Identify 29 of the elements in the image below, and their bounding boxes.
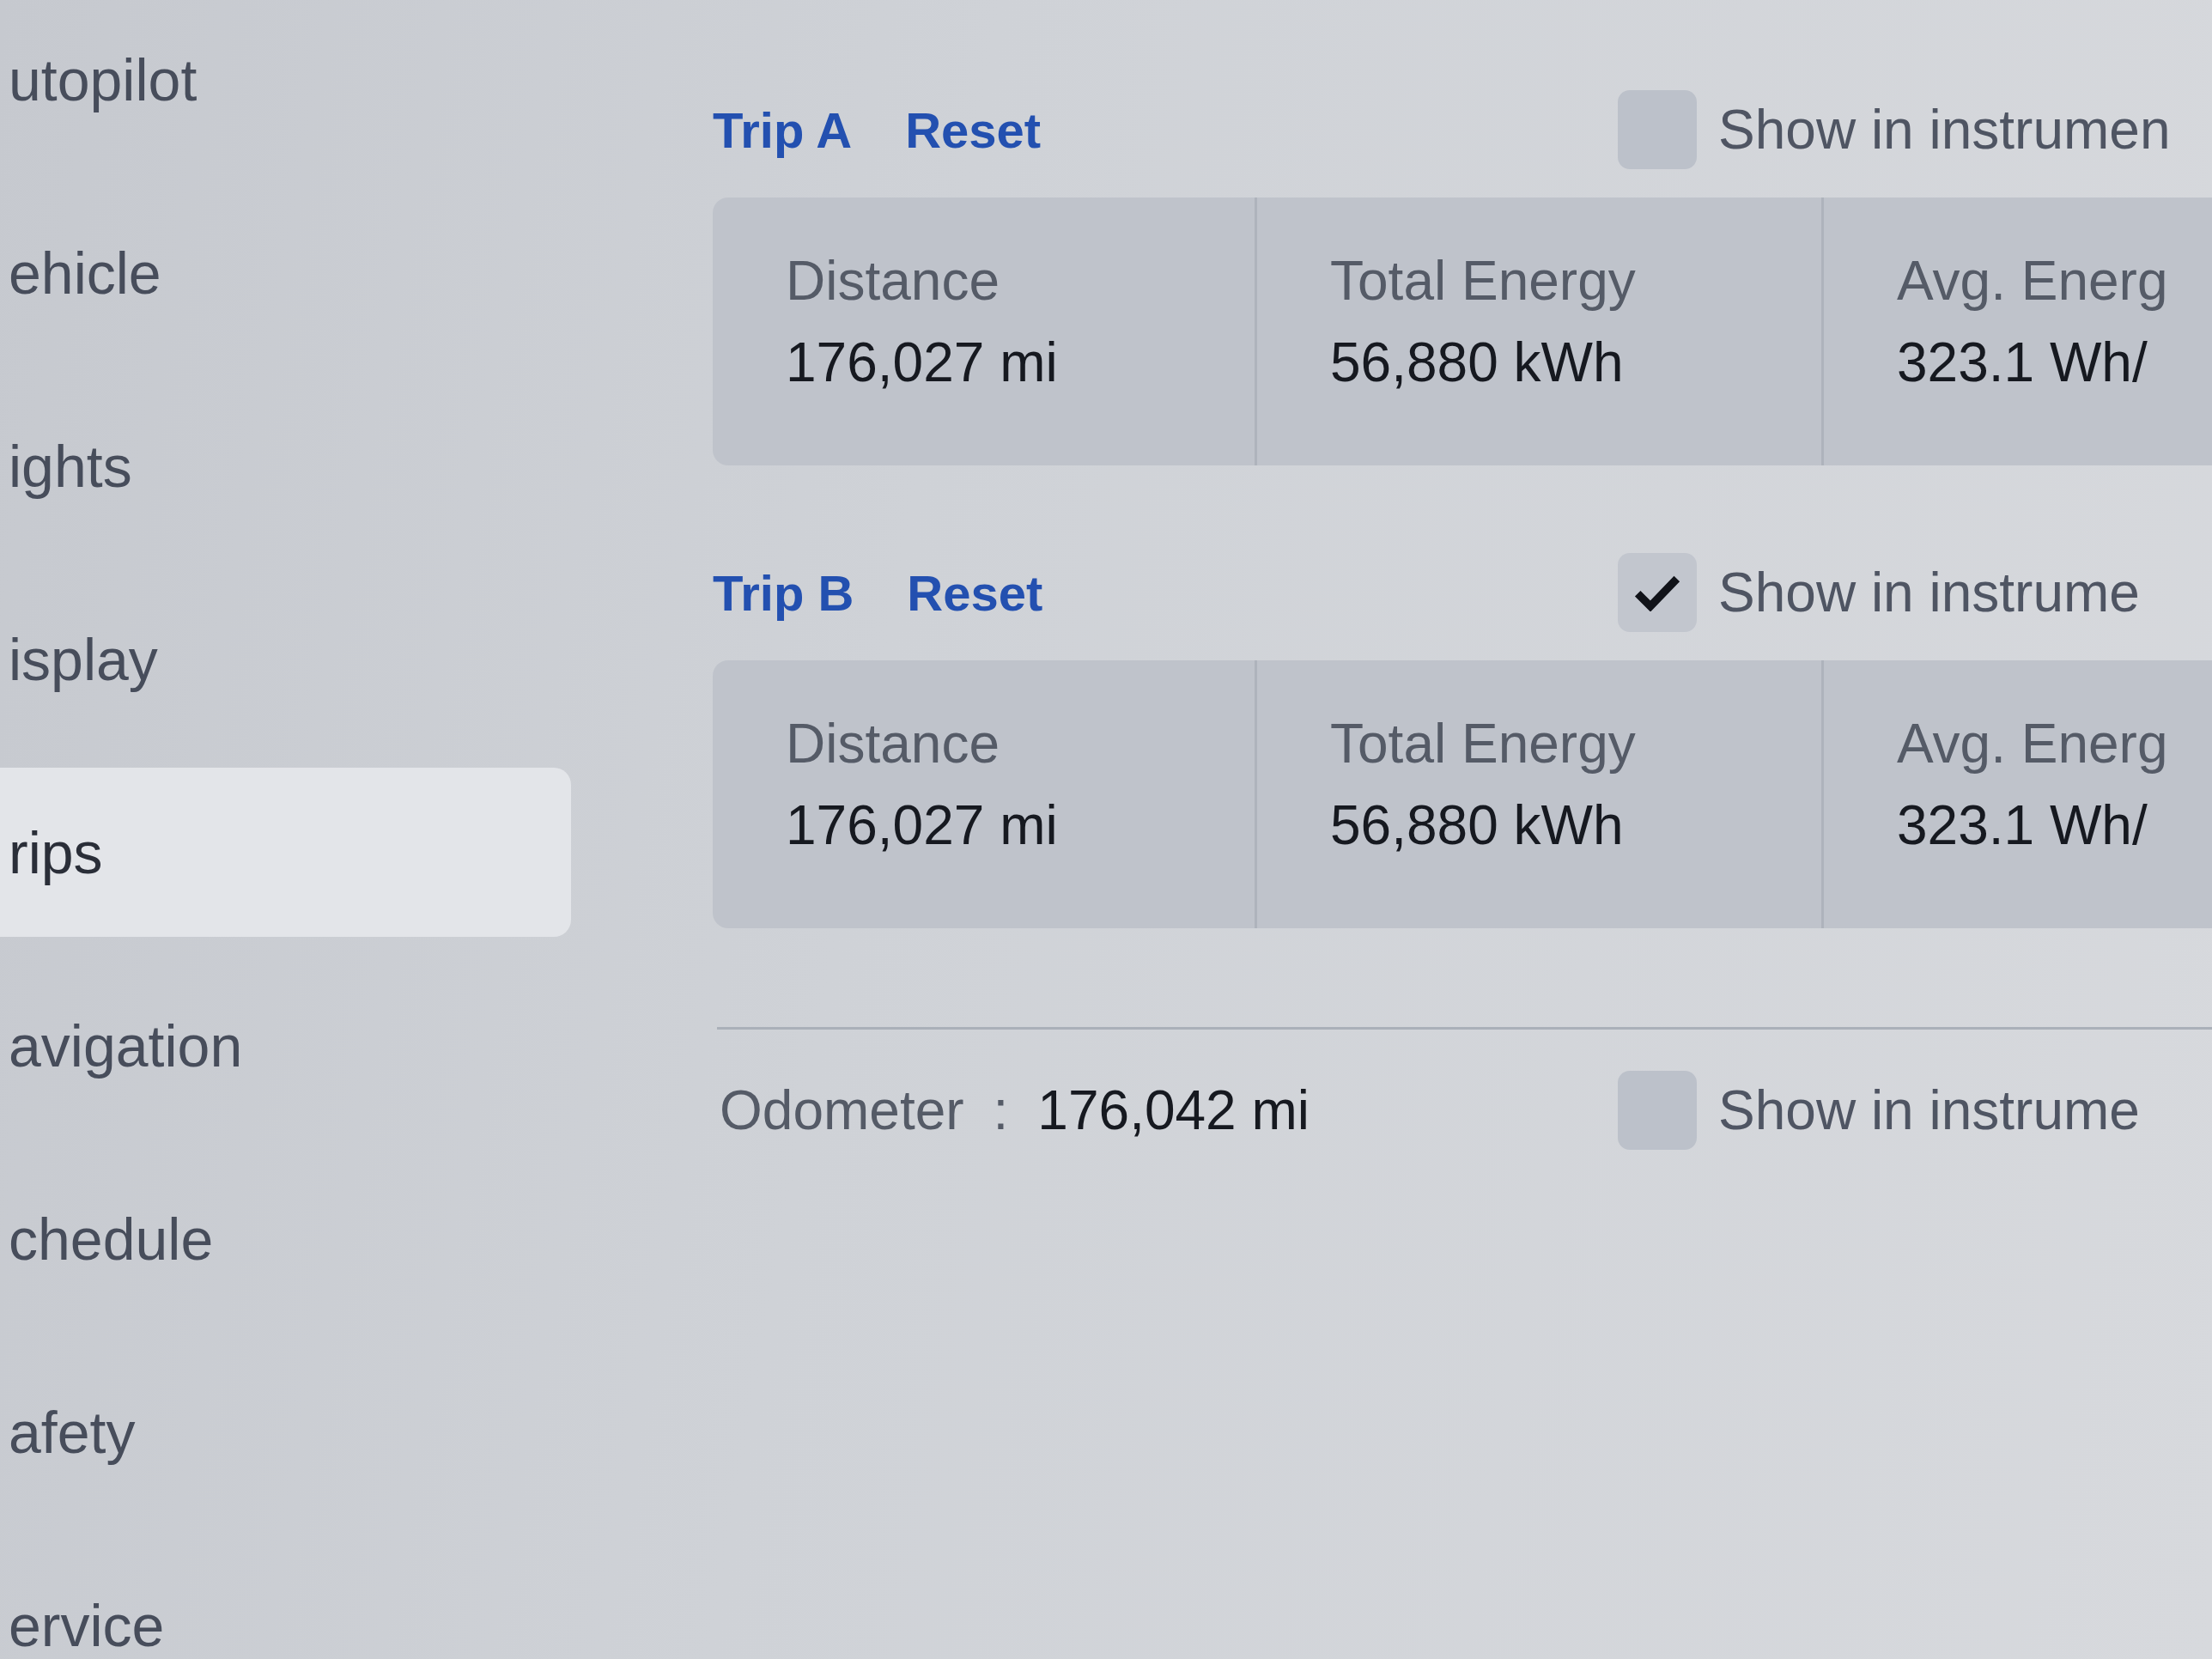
reset-link[interactable]: Reset	[905, 100, 1042, 159]
checkbox-label[interactable]: Show in instrume	[1718, 1079, 2140, 1142]
trip-title: Trip A	[713, 100, 853, 159]
stat-value: 323.1 Wh/	[1897, 332, 2148, 392]
separator-text: :	[993, 1079, 1009, 1142]
sidebar-item[interactable]: chedule	[0, 1209, 571, 1268]
odometer-label: Odometer	[720, 1079, 964, 1142]
checkmark-icon	[1633, 574, 1681, 611]
checkbox-label[interactable]: Show in instrume	[1718, 561, 2140, 624]
checkbox[interactable]	[1618, 553, 1697, 632]
stat-value: 176,027 mi	[786, 332, 1059, 392]
stat-label: Distance	[786, 714, 1000, 774]
sidebar-item[interactable]: rips	[0, 768, 571, 937]
odometer-value: 176,042 mi	[1037, 1079, 1310, 1142]
stat-value: 176,027 mi	[786, 795, 1059, 855]
reset-link[interactable]: Reset	[907, 563, 1043, 622]
stat-value: 56,880 kWh	[1330, 332, 1625, 392]
stat-label: Avg. Energ	[1897, 714, 2169, 774]
sidebar-item[interactable]: ehicle	[0, 243, 571, 302]
stat-label: Total Energy	[1330, 251, 1637, 311]
stat-value: 323.1 Wh/	[1897, 795, 2148, 855]
trip-title: Trip B	[713, 563, 854, 622]
stat-label: Avg. Energ	[1897, 251, 2169, 311]
stat-label: Total Energy	[1330, 714, 1637, 774]
stat-label: Distance	[786, 251, 1000, 311]
checkbox[interactable]	[1618, 1071, 1697, 1150]
checkbox-label[interactable]: Show in instrumen	[1718, 98, 2171, 161]
sidebar-item[interactable]: ervice	[0, 1595, 571, 1655]
stat-value: 56,880 kWh	[1330, 795, 1625, 855]
